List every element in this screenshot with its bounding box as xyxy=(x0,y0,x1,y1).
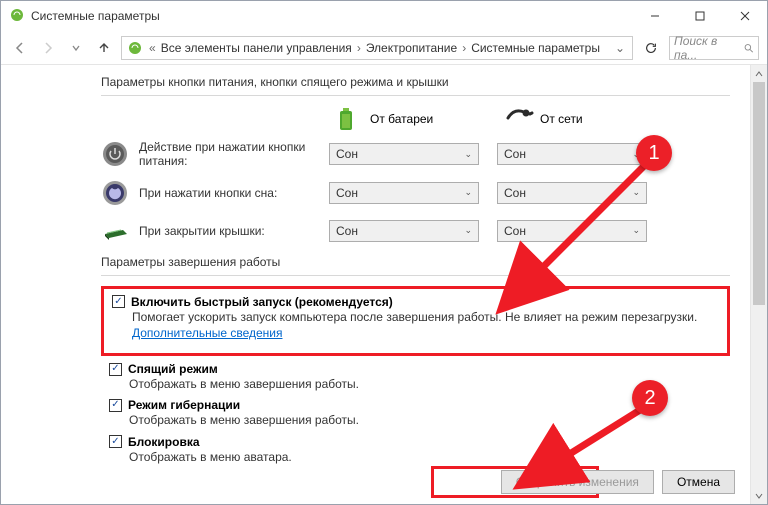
checkbox-checked-icon[interactable]: ✓ xyxy=(109,399,122,412)
forward-button[interactable] xyxy=(37,37,59,59)
row3-ac-select[interactable]: Сон⌄ xyxy=(497,220,647,242)
button-bar: Сохранить изменения Отмена xyxy=(501,470,735,494)
battery-icon xyxy=(336,106,362,132)
row1-battery-select[interactable]: Сон⌄ xyxy=(329,143,479,165)
divider xyxy=(101,95,730,96)
row1-ac-select[interactable]: Сон⌄ xyxy=(497,143,647,165)
row3-label: При закрытии крышки: xyxy=(139,224,319,238)
nav-toolbar: « Все элементы панели управления › Элект… xyxy=(1,31,767,65)
content-area: Параметры кнопки питания, кнопки спящего… xyxy=(1,65,767,504)
bc-item[interactable]: Электропитание xyxy=(366,41,457,55)
row2-ac-select[interactable]: Сон⌄ xyxy=(497,182,647,204)
checkbox-checked-icon[interactable]: ✓ xyxy=(109,363,122,376)
fast-startup-highlight: ✓ Включить быстрый запуск (рекомендуется… xyxy=(101,286,730,356)
lid-close-row: При закрытии крышки: Сон⌄ Сон⌄ xyxy=(101,217,730,245)
search-icon xyxy=(743,42,754,54)
minimize-button[interactable] xyxy=(632,2,677,30)
search-placeholder: Поиск в па... xyxy=(674,34,739,62)
section2-title: Параметры завершения работы xyxy=(101,255,730,269)
refresh-button[interactable] xyxy=(639,36,663,60)
bc-item[interactable]: Системные параметры xyxy=(471,41,600,55)
checkbox-checked-icon[interactable]: ✓ xyxy=(109,435,122,448)
lock-desc: Отображать в меню аватара. xyxy=(109,449,730,465)
row3-battery-select[interactable]: Сон⌄ xyxy=(329,220,479,242)
callout-1: 1 xyxy=(636,135,672,171)
chevron-down-icon: ⌄ xyxy=(632,225,640,236)
window-title: Системные параметры xyxy=(31,9,160,23)
bc-overflow-icon[interactable]: « xyxy=(146,41,159,55)
callout-2: 2 xyxy=(632,380,668,416)
chevron-down-icon: ⌄ xyxy=(632,187,640,198)
chevron-right-icon: › xyxy=(459,41,469,55)
checkbox-checked-icon[interactable]: ✓ xyxy=(112,295,125,308)
sleep-button-row: При нажатии кнопки сна: Сон⌄ Сон⌄ xyxy=(101,179,730,207)
lock-check: ✓ Блокировка Отображать в меню аватара. xyxy=(101,435,730,465)
chevron-down-icon[interactable]: ⌄ xyxy=(612,41,628,55)
more-info-link[interactable]: Дополнительные сведения xyxy=(132,326,282,340)
hibernate-label: Режим гибернации xyxy=(128,398,240,412)
back-button[interactable] xyxy=(9,37,31,59)
up-button[interactable] xyxy=(93,37,115,59)
close-button[interactable] xyxy=(722,2,767,30)
row1-label: Действие при нажатии кнопки питания: xyxy=(139,140,319,169)
scroll-down-button[interactable] xyxy=(751,487,767,504)
chevron-right-icon: › xyxy=(354,41,364,55)
chevron-down-icon: ⌄ xyxy=(464,225,472,236)
laptop-lid-icon xyxy=(101,217,129,245)
divider xyxy=(101,275,730,276)
col-battery-label: От батареи xyxy=(370,112,433,126)
hibernate-desc: Отображать в меню завершения работы. xyxy=(109,412,730,428)
row2-battery-select[interactable]: Сон⌄ xyxy=(329,182,479,204)
sleep-icon xyxy=(101,179,129,207)
cancel-button[interactable]: Отмена xyxy=(662,470,735,494)
fast-label: Включить быстрый запуск (рекомендуется) xyxy=(131,295,393,309)
recent-drop-button[interactable] xyxy=(65,37,87,59)
scroll-up-button[interactable] xyxy=(751,65,767,82)
app-icon xyxy=(9,7,25,26)
fast-startup-check: ✓ Включить быстрый запуск (рекомендуется… xyxy=(112,295,719,341)
col-ac-label: От сети xyxy=(540,112,583,126)
power-icon xyxy=(101,140,129,168)
save-button[interactable]: Сохранить изменения xyxy=(501,470,654,494)
power-options-icon xyxy=(126,39,144,57)
vertical-scrollbar[interactable] xyxy=(750,65,767,504)
search-input[interactable]: Поиск в па... xyxy=(669,36,759,60)
bc-item[interactable]: Все элементы панели управления xyxy=(161,41,352,55)
ac-plug-icon xyxy=(506,106,532,132)
titlebar: Системные параметры xyxy=(1,1,767,31)
window: Системные параметры « Все элементы панел… xyxy=(0,0,768,505)
section1-title: Параметры кнопки питания, кнопки спящего… xyxy=(101,75,730,89)
lock-label: Блокировка xyxy=(128,435,200,449)
scroll-thumb[interactable] xyxy=(753,82,765,305)
sleep-label: Спящий режим xyxy=(128,362,218,376)
chevron-down-icon: ⌄ xyxy=(464,149,472,160)
row2-label: При нажатии кнопки сна: xyxy=(139,186,319,200)
chevron-down-icon: ⌄ xyxy=(464,187,472,198)
maximize-button[interactable] xyxy=(677,2,722,30)
breadcrumb[interactable]: « Все элементы панели управления › Элект… xyxy=(121,36,633,60)
fast-desc: Помогает ускорить запуск компьютера посл… xyxy=(132,310,697,324)
